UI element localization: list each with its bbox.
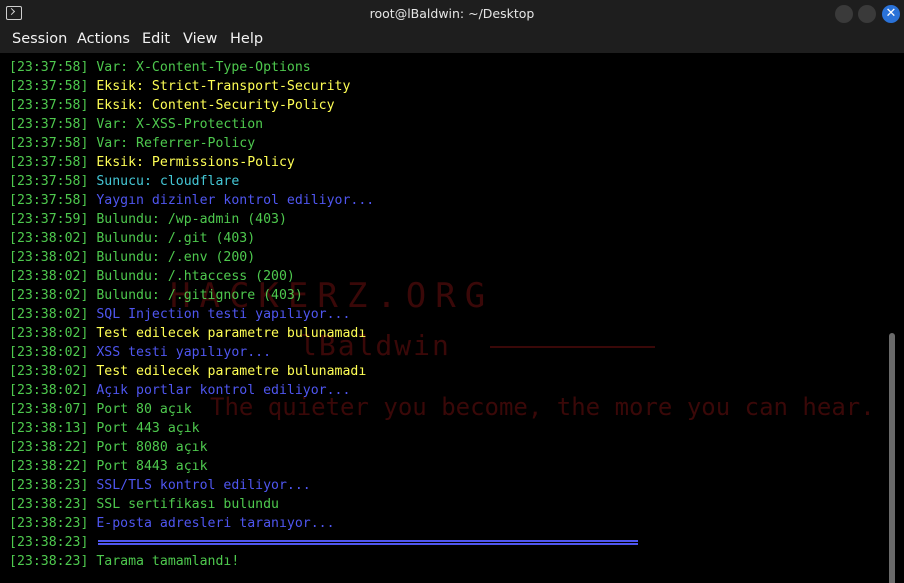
maximize-icon[interactable]: [858, 5, 876, 23]
log-message: Var: X-Content-Type-Options: [96, 60, 311, 75]
menu-help[interactable]: Help: [230, 31, 263, 47]
menu-bar: Session Actions Edit View Help: [0, 28, 904, 53]
log-line: [23:37:59] Bulundu: /wp-admin (403): [9, 210, 638, 229]
log-timestamp: [23:37:58]: [9, 117, 89, 132]
log-line: [23:38:23] SSL/TLS kontrol ediliyor...: [9, 476, 638, 495]
log-timestamp: [23:38:02]: [9, 288, 89, 303]
log-message: SSL/TLS kontrol ediliyor...: [96, 478, 311, 493]
log-line: [23:37:58] Var: X-XSS-Protection: [9, 115, 638, 134]
log-timestamp: [23:38:02]: [9, 231, 89, 246]
log-timestamp: [23:38:02]: [9, 326, 89, 341]
log-timestamp: [23:38:02]: [9, 345, 89, 360]
log-line: [23:38:02] Bulundu: /.git (403): [9, 229, 638, 248]
terminal-output[interactable]: HACKERZ.ORG lBaldwin The quieter you bec…: [0, 53, 904, 583]
log-message: XSS testi yapılıyor...: [96, 345, 272, 360]
menu-edit[interactable]: Edit: [142, 31, 170, 47]
log-message: Port 80 açık: [96, 402, 192, 417]
log-message: Açık portlar kontrol ediliyor...: [96, 383, 351, 398]
log-message: Bulundu: /.env (200): [96, 250, 256, 265]
log-message: Bulundu: /.git (403): [96, 231, 256, 246]
log-message: Bulundu: /wp-admin (403): [96, 212, 287, 227]
log-timestamp: [23:37:58]: [9, 79, 89, 94]
log-line: [23:37:58] Var: Referrer-Policy: [9, 134, 638, 153]
window-title: root@lBaldwin: ~/Desktop: [369, 6, 535, 21]
log-line: [23:38:02] XSS testi yapılıyor...: [9, 343, 638, 362]
log-timestamp: [23:38:02]: [9, 250, 89, 265]
log-line: [23:37:58] Sunucu: cloudflare: [9, 172, 638, 191]
log-timestamp: [23:37:58]: [9, 193, 89, 208]
minimize-icon[interactable]: [835, 5, 853, 23]
separator-bar: [98, 539, 639, 545]
log-timestamp: [23:38:23]: [9, 478, 89, 493]
log-timestamp: [23:38:02]: [9, 307, 89, 322]
log-timestamp: [23:38:23]: [9, 497, 89, 512]
log-line: [23:38:02] Test edilecek parametre bulun…: [9, 362, 638, 381]
log-message: Port 8443 açık: [96, 459, 208, 474]
log-message: E-posta adresleri taranıyor...: [96, 516, 335, 531]
log-line: [23:38:02] Bulundu: /.htaccess (200): [9, 267, 638, 286]
log-line: [23:38:13] Port 443 açık: [9, 419, 638, 438]
scrollbar[interactable]: [889, 333, 895, 583]
log-message: Test edilecek parametre bulunamadı: [96, 326, 367, 341]
log-timestamp: [23:38:07]: [9, 402, 89, 417]
log-message: SQL Injection testi yapılıyor...: [96, 307, 351, 322]
log-message: Test edilecek parametre bulunamadı: [96, 364, 367, 379]
log-timestamp: [23:37:58]: [9, 155, 89, 170]
log-timestamp: [23:37:58]: [9, 174, 89, 189]
log-line: [23:38:23] Tarama tamamlandı!: [9, 552, 638, 571]
log-line: [23:38:22] Port 8080 açık: [9, 438, 638, 457]
log-timestamp: [23:38:23]: [9, 516, 89, 531]
log-timestamp: [23:37:59]: [9, 212, 89, 227]
log-line: [23:38:02] Açık portlar kontrol ediliyor…: [9, 381, 638, 400]
log-message: Eksik: Content-Security-Policy: [96, 98, 335, 113]
log-message: Bulundu: /.gitignore (403): [96, 288, 303, 303]
log-message: Eksik: Permissions-Policy: [96, 155, 295, 170]
terminal-lines: [23:37:58] Var: X-Content-Type-Options [2…: [9, 58, 639, 571]
log-timestamp: [23:38:02]: [9, 269, 89, 284]
log-timestamp: [23:38:02]: [9, 364, 89, 379]
log-message: Sunucu: cloudflare: [96, 174, 240, 189]
log-timestamp: [23:37:58]: [9, 136, 89, 151]
log-line: [23:38:02] SQL Injection testi yapılıyor…: [9, 305, 638, 324]
log-line: [23:38:02] Bulundu: /.gitignore (403): [9, 286, 638, 305]
log-line: [23:37:58] Yaygın dizinler kontrol edili…: [9, 191, 638, 210]
log-message: Eksik: Strict-Transport-Security: [96, 79, 351, 94]
log-message: Var: Referrer-Policy: [96, 136, 256, 151]
log-timestamp: [23:38:23]: [9, 535, 89, 550]
log-timestamp: [23:38:22]: [9, 459, 89, 474]
log-message: Port 8080 açık: [96, 440, 208, 455]
log-message: Var: X-XSS-Protection: [96, 117, 264, 132]
log-message: Port 443 açık: [96, 421, 200, 436]
log-timestamp: [23:38:22]: [9, 440, 89, 455]
log-line: [23:37:58] Var: X-Content-Type-Options: [9, 58, 638, 77]
log-timestamp: [23:38:02]: [9, 383, 89, 398]
log-line: [23:38:23] SSL sertifikası bulundu: [9, 495, 638, 514]
log-line: [23:37:58] Eksik: Strict-Transport-Secur…: [9, 77, 638, 96]
log-timestamp: [23:37:58]: [9, 98, 89, 113]
menu-view[interactable]: View: [183, 31, 217, 47]
menu-session[interactable]: Session: [12, 31, 67, 47]
close-icon[interactable]: ✕: [882, 5, 900, 23]
log-timestamp: [23:37:58]: [9, 60, 89, 75]
log-timestamp: [23:38:23]: [9, 554, 89, 569]
log-message: SSL sertifikası bulundu: [96, 497, 279, 512]
log-line: [23:38:02] Bulundu: /.env (200): [9, 248, 638, 267]
log-timestamp: [23:38:13]: [9, 421, 89, 436]
log-line: [23:38:22] Port 8443 açık: [9, 457, 638, 476]
title-bar: root@lBaldwin: ~/Desktop ✕: [0, 0, 904, 29]
log-message: Bulundu: /.htaccess (200): [96, 269, 295, 284]
log-line: [23:38:07] Port 80 açık: [9, 400, 638, 419]
log-line: [23:38:23] E-posta adresleri taranıyor..…: [9, 514, 638, 533]
log-line: [23:37:58] Eksik: Content-Security-Polic…: [9, 96, 638, 115]
log-line: [23:37:58] Eksik: Permissions-Policy: [9, 153, 638, 172]
menu-actions[interactable]: Actions: [77, 31, 130, 47]
separator-line: [23:38:23]: [9, 533, 639, 552]
log-message: Yaygın dizinler kontrol ediliyor...: [96, 193, 375, 208]
log-line: [23:38:02] Test edilecek parametre bulun…: [9, 324, 638, 343]
log-message: Tarama tamamlandı!: [96, 554, 240, 569]
